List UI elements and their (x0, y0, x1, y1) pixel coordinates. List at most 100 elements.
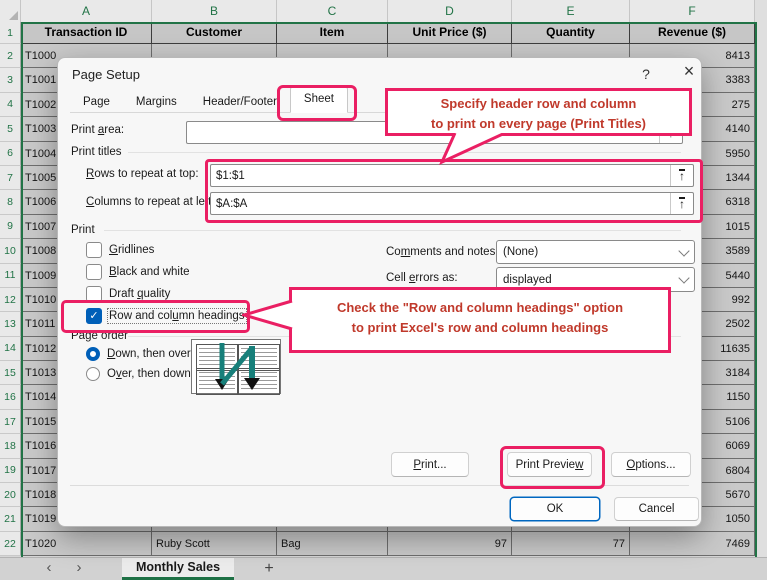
group-divider (104, 230, 681, 231)
close-icon[interactable]: × (678, 61, 700, 82)
radio-over-then-down[interactable]: Over, then down (86, 366, 191, 382)
print-group-label: Print (71, 224, 95, 236)
row-number[interactable]: 13 (0, 312, 21, 336)
print-preview-button[interactable]: Print Preview (507, 452, 592, 477)
select-all-corner[interactable] (0, 0, 21, 23)
chevron-down-icon[interactable] (674, 241, 694, 263)
button-divider (70, 485, 689, 486)
row-number[interactable]: 18 (0, 434, 21, 458)
column-header-b[interactable]: B (152, 0, 277, 23)
page-order-arrow-icon (192, 340, 280, 393)
cell-item[interactable]: Bag (277, 532, 388, 556)
print-button[interactable]: Print... (391, 452, 469, 477)
callout-text: to print Excel's row and column headings (292, 318, 668, 338)
header-cell-item[interactable]: Item (277, 22, 388, 44)
row-number[interactable]: 21 (0, 507, 21, 531)
row-number[interactable]: 14 (0, 337, 21, 361)
cell-transaction-id[interactable]: T1020 (21, 532, 152, 556)
print-area-label: Print area: (71, 124, 124, 136)
collapse-dialog-icon[interactable]: ↑ (670, 165, 693, 186)
row-number[interactable]: 6 (0, 142, 21, 166)
page-order-group-label: Page order (71, 330, 128, 342)
checkbox-box[interactable] (86, 242, 102, 258)
table-row: 22 T1020 Ruby Scott Bag 97 77 7469 (0, 532, 755, 556)
row-number[interactable]: 19 (0, 459, 21, 483)
radio-icon[interactable] (86, 367, 100, 381)
row-number[interactable]: 5 (0, 117, 21, 141)
group-divider (128, 152, 681, 153)
row-number[interactable]: 10 (0, 239, 21, 263)
header-cell-revenue[interactable]: Revenue ($) (630, 22, 755, 44)
callout-text: Specify header row and column (388, 94, 689, 114)
cell-revenue[interactable]: 7469 (630, 532, 755, 556)
callout-print-titles: Specify header row and column to print o… (385, 88, 692, 136)
rows-to-repeat-field[interactable]: $1:$1 ↑ (210, 164, 694, 187)
checkbox-checked-icon[interactable]: ✓ (86, 308, 102, 324)
sheet-tab-monthly-sales[interactable]: Monthly Sales (122, 558, 234, 580)
dialog-title: Page Setup (72, 67, 140, 82)
help-icon[interactable]: ? (638, 66, 654, 82)
header-cell-customer[interactable]: Customer (152, 22, 277, 44)
sheet-nav-prev-icon[interactable]: ‹ (40, 558, 58, 580)
callout-text: to print on every page (Print Titles) (388, 114, 689, 134)
header-cell-unit-price[interactable]: Unit Price ($) (388, 22, 512, 44)
header-cell-transaction-id[interactable]: Transaction ID (21, 22, 152, 44)
row-number[interactable]: 16 (0, 385, 21, 409)
cell-customer[interactable]: Ruby Scott (152, 532, 277, 556)
ok-button[interactable]: OK (510, 497, 600, 521)
sheet-nav-next-icon[interactable]: › (70, 558, 88, 580)
add-sheet-icon[interactable]: + (258, 558, 280, 579)
tab-page[interactable]: Page (70, 91, 123, 113)
checkbox-box[interactable] (86, 286, 102, 302)
sheet-tab-bar: ‹ › Monthly Sales + (0, 557, 767, 580)
row-number[interactable]: 1 (0, 22, 21, 44)
page-order-illustration (191, 339, 281, 394)
radio-selected-icon[interactable] (86, 347, 100, 361)
checkbox-box[interactable] (86, 264, 102, 280)
print-titles-group-label: Print titles (71, 146, 122, 158)
callout-text: Check the "Row and column headings" opti… (292, 298, 668, 318)
cols-to-repeat-label: Columns to repeat at left: (86, 196, 215, 208)
row-number[interactable]: 2 (0, 44, 21, 68)
radio-down-then-over[interactable]: Down, then over (86, 346, 191, 362)
row-number[interactable]: 15 (0, 361, 21, 385)
cols-to-repeat-field[interactable]: $A:$A ↑ (210, 192, 694, 215)
checkbox-row-column-headings[interactable]: ✓ Row and column headings (86, 308, 245, 324)
row-number[interactable]: 11 (0, 264, 21, 288)
chevron-down-icon[interactable] (674, 268, 694, 291)
column-header-e[interactable]: E (512, 0, 630, 23)
comments-and-notes-label: Comments and notes: (386, 246, 499, 258)
sheet-right-filler (755, 0, 767, 557)
column-header-f[interactable]: F (630, 0, 755, 23)
row-number[interactable]: 4 (0, 93, 21, 117)
column-header-bar: A B C D E F (0, 0, 767, 22)
checkbox-gridlines[interactable]: Gridlines (86, 242, 154, 258)
rows-to-repeat-label: Rows to repeat at top: (86, 168, 199, 180)
row-number[interactable]: 7 (0, 166, 21, 190)
row-number[interactable]: 12 (0, 288, 21, 312)
column-header-c[interactable]: C (277, 0, 388, 23)
cancel-button[interactable]: Cancel (614, 497, 699, 521)
row-number[interactable]: 17 (0, 410, 21, 434)
tab-header-footer[interactable]: Header/Footer (190, 91, 290, 113)
row-number[interactable]: 8 (0, 190, 21, 214)
options-button[interactable]: Options... (611, 452, 691, 477)
checkbox-black-and-white[interactable]: Black and white (86, 264, 190, 280)
row-number[interactable]: 22 (0, 532, 21, 556)
cell-quantity[interactable]: 77 (512, 532, 630, 556)
collapse-dialog-icon[interactable]: ↑ (670, 193, 693, 214)
row-number[interactable]: 3 (0, 68, 21, 92)
column-header-d[interactable]: D (388, 0, 512, 23)
callout-row-column-headings: Check the "Row and column headings" opti… (289, 287, 671, 353)
cell-errors-label: Cell errors as: (386, 272, 458, 284)
checkbox-draft-quality[interactable]: Draft quality (86, 286, 170, 302)
dialog-tabs: Page Margins Header/Footer Sheet (70, 88, 348, 113)
header-cell-quantity[interactable]: Quantity (512, 22, 630, 44)
comments-and-notes-dropdown[interactable]: (None) (496, 240, 695, 264)
row-number[interactable]: 9 (0, 215, 21, 239)
tab-margins[interactable]: Margins (123, 91, 190, 113)
cell-unit-price[interactable]: 97 (388, 532, 512, 556)
tab-sheet[interactable]: Sheet (290, 87, 348, 113)
row-number[interactable]: 20 (0, 483, 21, 507)
column-header-a[interactable]: A (21, 0, 152, 23)
